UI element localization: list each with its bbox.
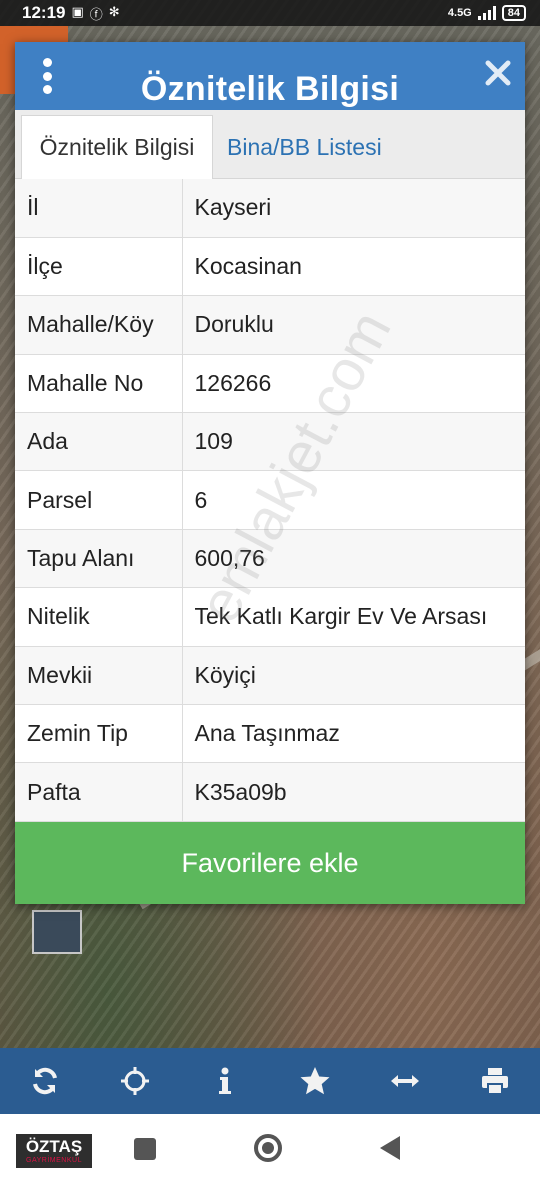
app-icon: ✻ [108,3,120,19]
logo-subtext: GAYRİMENKUL [26,1157,82,1164]
logo-text: ÖZTAŞ [25,1137,83,1156]
add-to-favorites-button[interactable]: Favorilere ekle [15,822,525,904]
system-nav-bar: ÖZTAŞ GAYRİMENKUL [0,1114,540,1180]
attribute-dialog: Öznitelik Bilgisi Öznitelik Bilgisi Bina… [15,42,525,904]
row-key: Mahalle No [15,354,183,414]
home-icon[interactable] [254,1134,282,1162]
network-label: 4.5G [447,7,472,19]
dialog-title: Öznitelik Bilgisi [140,70,400,108]
status-bar: 12:19 ▣ ⓕ ✻ 4.5G 84 [0,0,540,26]
row-key: İl [15,179,183,238]
table-row: İl Kayseri [15,179,525,238]
row-value: 6 [182,470,525,530]
table-row: Mahalle No 126266 [15,354,525,414]
tab-building-list[interactable]: Bina/BB Listesi [227,115,382,179]
row-value: Doruklu [182,295,525,355]
tab-bar: Öznitelik Bilgisi Bina/BB Listesi [15,110,525,179]
table-row: Mevkii Köyiçi [15,646,525,706]
row-key: Ada [15,412,183,472]
row-key: Zemin Tip [15,704,183,764]
row-value: Köyiçi [182,646,525,706]
table-row: İlçe Kocasinan [15,237,525,297]
table-row: Mahalle/Köy Doruklu [15,295,525,355]
tab-attribute-info[interactable]: Öznitelik Bilgisi [21,115,213,179]
row-key: Pafta [15,762,183,822]
refresh-icon[interactable] [25,1061,65,1101]
table-row: Nitelik Tek Katlı Kargir Ev Ve Arsası [15,587,525,647]
facebook-icon: ⓕ [89,6,103,22]
row-value: K35a09b [182,762,525,822]
map-toolbar [0,1048,540,1114]
table-row: Ada 109 [15,412,525,472]
row-value: Tek Katlı Kargir Ev Ve Arsası [182,587,525,647]
table-row: Tapu Alanı 600,76 [15,529,525,589]
back-icon[interactable] [380,1136,400,1160]
signal-icon [477,6,496,20]
battery-icon: 84 [501,5,526,21]
row-key: Tapu Alanı [15,529,183,589]
battery-level: 84 [507,7,520,19]
nfc-icon: ▣ [71,3,84,19]
measure-icon[interactable] [385,1061,425,1101]
row-value: Ana Taşınmaz [182,704,525,764]
attribute-table: İl Kayseri İlçe Kocasinan Mahalle/Köy Doruk… [15,179,525,822]
row-key: İlçe [15,237,183,297]
print-icon[interactable] [475,1061,515,1101]
map-building [32,910,82,954]
row-value: 126266 [182,354,525,414]
star-icon[interactable] [295,1061,335,1101]
notification-icons: ▣ ⓕ ✻ [71,4,119,23]
row-value: 600,76 [182,529,525,589]
row-value: Kayseri [182,179,525,238]
info-icon[interactable] [205,1061,245,1101]
table-row: Parsel 6 [15,470,525,530]
table-row: Zemin Tip Ana Taşınmaz [15,704,525,764]
brand-logo: ÖZTAŞ GAYRİMENKUL [16,1134,92,1168]
row-key: Parsel [15,470,183,530]
row-key: Mahalle/Köy [15,295,183,355]
close-icon[interactable] [483,58,513,88]
row-value: Kocasinan [182,237,525,297]
row-key: Nitelik [15,587,183,647]
recent-apps-icon[interactable] [134,1138,156,1160]
status-time: 12:19 [22,3,66,22]
row-value: 109 [182,412,525,472]
crosshair-icon[interactable] [115,1061,155,1101]
dialog-header: Öznitelik Bilgisi [15,42,525,110]
table-row: Pafta K35a09b [15,762,525,822]
row-key: Mevkii [15,646,183,706]
